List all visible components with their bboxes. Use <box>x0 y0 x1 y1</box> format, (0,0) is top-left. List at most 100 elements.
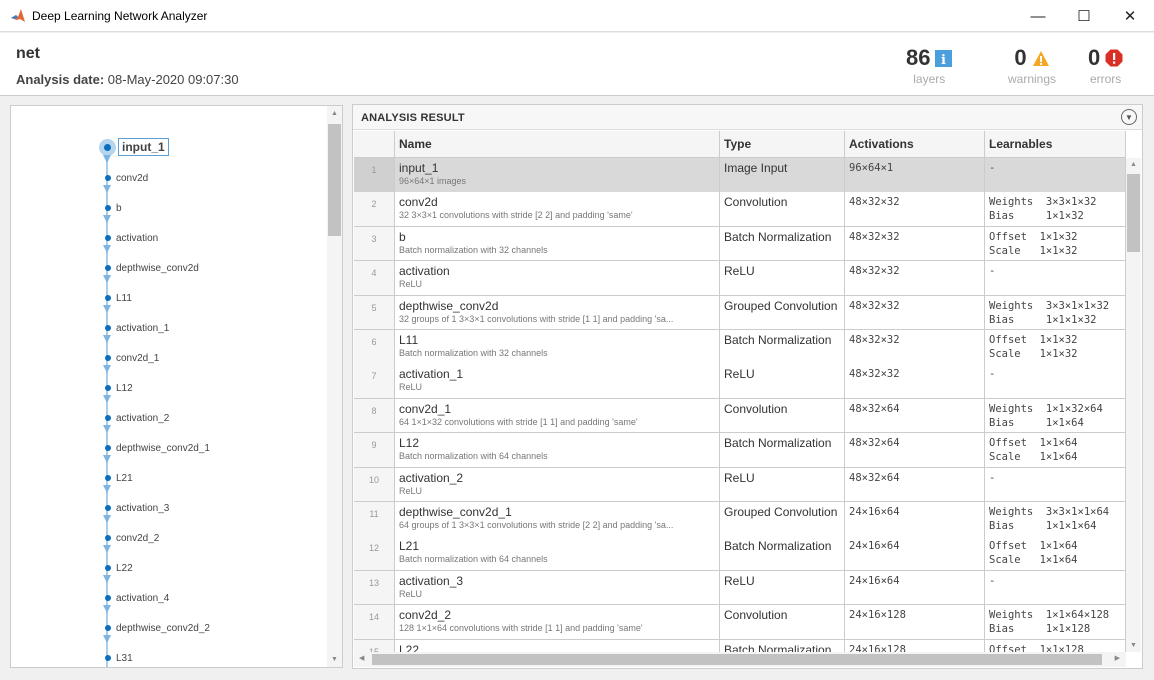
layer-name-cell: activation_3 ReLU <box>395 570 720 605</box>
layer-name-cell: input_1 96×64×1 images <box>395 158 720 192</box>
warnings-label: warnings <box>1008 72 1057 86</box>
graph-node[interactable]: conv2d_2 <box>102 532 159 544</box>
row-index: 4 <box>354 261 395 295</box>
layer-name: depthwise_conv2d <box>399 298 499 313</box>
graph-node[interactable]: activation_1 <box>102 322 169 334</box>
scrollbar-thumb[interactable] <box>1127 174 1140 252</box>
table-row[interactable]: 7 activation_1 ReLU ReLU 48×32×32- <box>354 364 1126 399</box>
table-row[interactable]: 11 depthwise_conv2d_1 64 groups of 1 3×3×1… <box>354 502 1126 537</box>
graph-node-selected[interactable] <box>99 139 116 156</box>
scroll-up-icon[interactable]: ▲ <box>331 110 338 117</box>
scroll-up-icon[interactable]: ▲ <box>1130 161 1137 168</box>
layers-count: 86 <box>906 45 931 70</box>
table-row[interactable]: 13 activation_3 ReLU ReLU 24×16×64- <box>354 570 1126 606</box>
table-row[interactable]: 9 L12 Batch normalization with 64 channels… <box>354 433 1126 468</box>
layer-description: ReLU <box>399 485 423 496</box>
learnables: Weights 1×1×32×64 Bias 1×1×64 <box>985 398 1126 433</box>
scroll-down-icon[interactable]: ▼ <box>331 656 338 663</box>
maximize-button[interactable]: ☐ <box>1061 0 1107 32</box>
minimize-button[interactable]: — <box>1015 0 1061 32</box>
table-horizontal-scrollbar[interactable]: ◀ ▶ <box>354 652 1126 667</box>
analysis-date-value: 08-May-2020 09:07:30 <box>107 72 239 87</box>
table-row[interactable]: 14 conv2d_2 128 1×1×64 convolutions with s… <box>354 605 1126 640</box>
layer-type: Image Input <box>720 158 845 192</box>
analysis-result-panel: ANALYSIS RESULT ▼ Name Type Activations … <box>352 104 1143 669</box>
graph-node[interactable]: activation_3 <box>102 502 169 514</box>
layer-description: Batch normalization with 64 channels <box>399 451 548 462</box>
layer-name: activation_3 <box>399 573 464 588</box>
selected-node-label[interactable]: input_1 <box>118 138 169 156</box>
edge-arrow-icon <box>103 425 111 433</box>
learnables: Weights 3×3×1×1×32 Bias 1×1×1×32 <box>985 295 1126 330</box>
graph-node-label: conv2d_1 <box>116 352 160 364</box>
table-row[interactable]: 12 L21 Batch normalization with 64 channel… <box>354 536 1126 571</box>
scrollbar-thumb[interactable] <box>372 654 1102 665</box>
learnables: Weights 3×3×1×1×64 Bias 1×1×1×64 <box>985 502 1126 536</box>
scroll-right-icon[interactable]: ▶ <box>1115 654 1120 662</box>
scroll-down-icon[interactable]: ▼ <box>1130 642 1137 649</box>
learnables: - <box>985 467 1126 502</box>
graph-node[interactable]: L12 <box>102 382 133 394</box>
layer-name-cell: L21 Batch normalization with 64 channels <box>395 536 720 570</box>
results-table: Name Type Activations Learnables 1 input_… <box>354 131 1126 652</box>
close-button[interactable]: ✕ <box>1107 0 1153 32</box>
column-header-name[interactable]: Name <box>395 131 720 158</box>
graph-node[interactable]: activation <box>102 232 158 244</box>
column-header-activations[interactable]: Activations <box>845 131 985 158</box>
activations: 24×16×64 <box>845 502 985 536</box>
scrollbar-thumb[interactable] <box>328 124 341 236</box>
graph-vertical-scrollbar[interactable]: ▲ ▼ <box>327 106 342 667</box>
table-row[interactable]: 3 b Batch normalization with 32 channels Ba… <box>354 226 1126 262</box>
table-row[interactable]: 8 conv2d_1 64 1×1×32 convolutions with str… <box>354 398 1126 434</box>
graph-node[interactable]: depthwise_conv2d_2 <box>102 622 210 634</box>
activations: 48×32×32 <box>845 261 985 295</box>
graph-node-label: b <box>116 202 122 214</box>
table-row[interactable]: 2 conv2d 32 3×3×1 convolutions with stride… <box>354 192 1126 227</box>
table-row[interactable]: 1 input_1 96×64×1 images Image Input 96×64×1… <box>354 158 1126 193</box>
table-row[interactable]: 4 activation ReLU ReLU 48×32×32- <box>354 261 1126 296</box>
layer-name-cell: activation_1 ReLU <box>395 364 720 398</box>
network-graph-panel[interactable]: input_1 conv2d b activation depthwise_conv2… <box>10 105 343 668</box>
graph-edge <box>106 148 108 667</box>
graph-node[interactable]: activation_2 <box>102 412 169 424</box>
graph-node-label: L22 <box>116 562 133 574</box>
graph-node[interactable]: L31 <box>102 652 133 664</box>
node-dot-icon <box>105 655 111 661</box>
column-header-learnables[interactable]: Learnables <box>985 131 1126 158</box>
graph-node[interactable]: L11 <box>102 292 132 304</box>
graph-node[interactable]: depthwise_conv2d_1 <box>102 442 210 454</box>
node-dot-icon <box>105 595 111 601</box>
graph-node[interactable]: conv2d_1 <box>102 352 159 364</box>
column-header-index[interactable] <box>354 131 395 158</box>
table-row[interactable]: 6 L11 Batch normalization with 32 channels… <box>354 330 1126 365</box>
layer-name: conv2d_2 <box>399 608 452 623</box>
column-header-type[interactable]: Type <box>720 131 845 158</box>
layer-type: Convolution <box>720 192 845 226</box>
graph-node[interactable]: activation_4 <box>102 592 169 604</box>
graph-node-label: L11 <box>116 292 132 304</box>
edge-arrow-icon <box>103 365 111 373</box>
table-row[interactable]: 10 activation_2 ReLU ReLU 48×32×64- <box>354 467 1126 503</box>
graph-node-label: conv2d <box>116 172 149 184</box>
row-index: 13 <box>354 570 395 605</box>
graph-node[interactable]: b <box>102 202 122 214</box>
table-vertical-scrollbar[interactable]: ▲ ▼ <box>1126 158 1141 652</box>
activations: 24×16×128 <box>845 639 985 652</box>
graph-node[interactable]: L22 <box>102 562 133 574</box>
collapse-chevron-icon[interactable]: ▼ <box>1121 109 1137 125</box>
graph-node[interactable]: depthwise_conv2d <box>102 262 199 274</box>
edge-arrow-icon <box>103 485 111 493</box>
table-row[interactable]: 15 L22 Batch Normalization 24×16×128 Offset … <box>354 639 1126 652</box>
node-dot-icon <box>105 505 111 511</box>
layer-name-cell: L22 <box>395 639 720 652</box>
layer-description: Batch normalization with 64 channels <box>399 554 548 565</box>
table-row[interactable]: 5 depthwise_conv2d 32 groups of 1 3×3×1 co… <box>354 295 1126 331</box>
layer-description: Batch normalization with 32 channels <box>399 244 548 255</box>
graph-node[interactable]: L21 <box>102 472 133 484</box>
layer-name: conv2d_1 <box>399 401 452 416</box>
layer-name: depthwise_conv2d_1 <box>399 505 512 519</box>
summary-header: net Analysis date: 08-May-2020 09:07:30 … <box>0 33 1154 96</box>
scroll-left-icon[interactable]: ◀ <box>359 654 364 662</box>
row-index: 2 <box>354 192 395 226</box>
graph-node[interactable]: conv2d <box>102 172 148 184</box>
